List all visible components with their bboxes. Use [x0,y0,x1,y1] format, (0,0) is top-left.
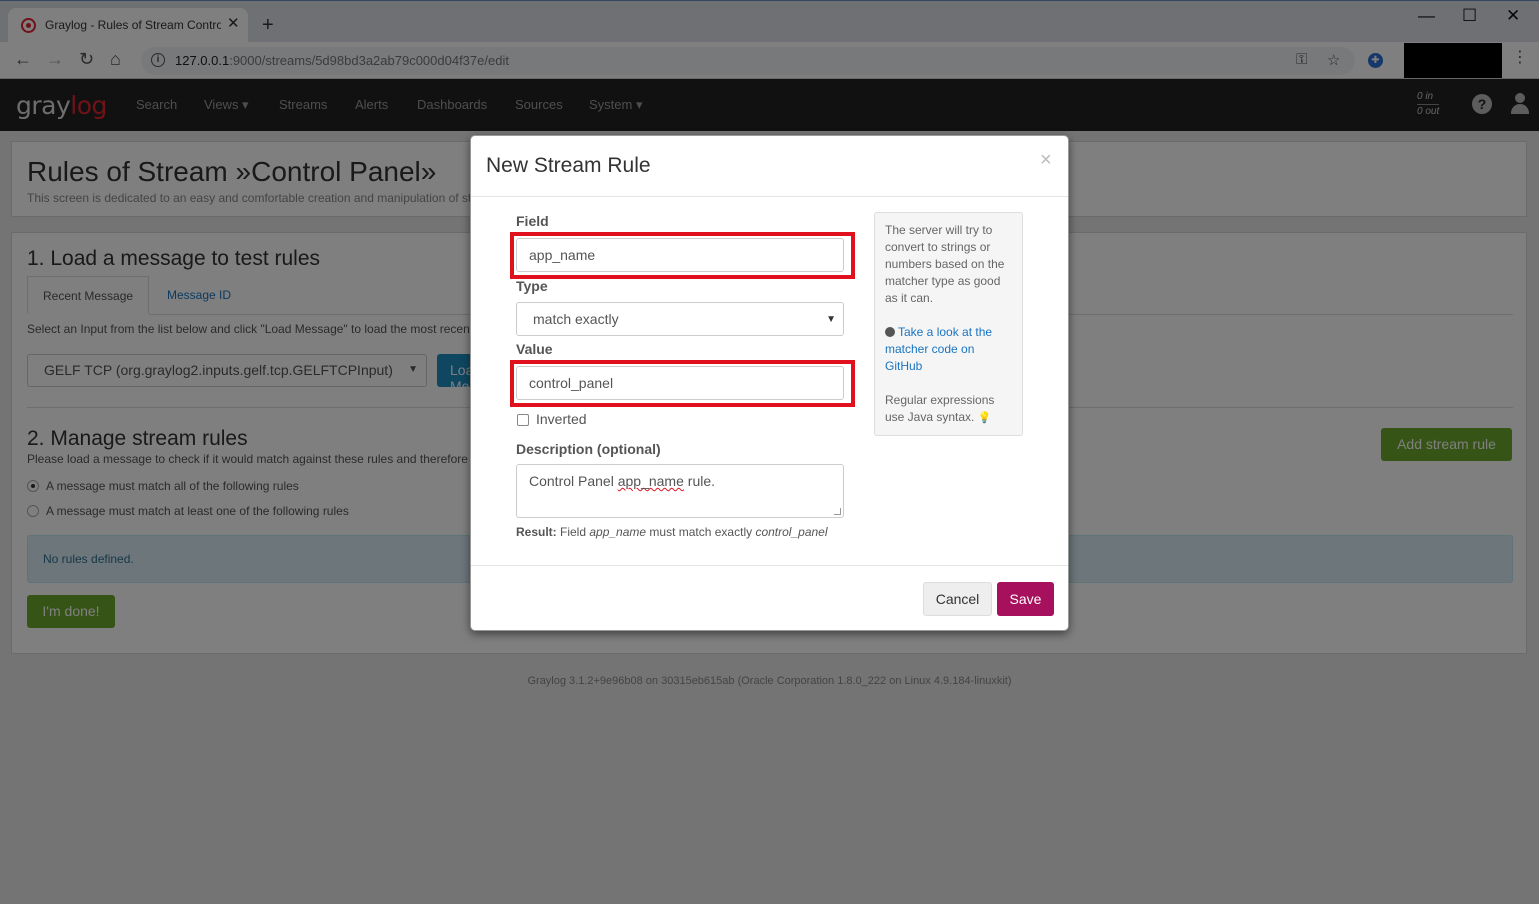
modal-title: New Stream Rule [486,154,651,177]
hint-panel: The server will try to convert to string… [874,212,1023,436]
type-label: Type [516,278,548,294]
description-textarea[interactable]: Control Panel app_name rule. [516,464,844,518]
github-icon [885,327,895,337]
result-preview: Result: Field app_name must match exactl… [516,525,828,539]
cancel-button[interactable]: Cancel [923,582,992,616]
modal-header: New Stream Rule × [471,136,1068,197]
type-select-caret-icon: ▼ [826,314,836,325]
textarea-resize-handle[interactable] [834,508,841,515]
hint-regex-paragraph: Regular expressions use Java syntax. 💡 [885,393,995,424]
matcher-code-link[interactable]: Take a look at the matcher code on GitHu… [885,325,992,373]
inverted-checkbox[interactable] [517,414,529,426]
field-input[interactable]: app_name [516,238,844,272]
inverted-label[interactable]: Inverted [536,411,587,427]
modal-close-icon[interactable]: × [1040,150,1052,170]
hint-conversion-text: The server will try to convert to string… [885,223,1005,305]
save-button[interactable]: Save [997,582,1054,616]
lightbulb-icon[interactable]: 💡 [978,412,992,424]
value-label: Value [516,341,553,357]
type-select[interactable]: match exactly ▼ [516,302,844,336]
hint-github-paragraph: Take a look at the matcher code on GitHu… [885,324,1012,375]
value-input[interactable]: control_panel [516,366,844,400]
modal-footer: Cancel Save [471,565,1068,630]
type-select-value: match exactly [533,311,619,327]
new-stream-rule-modal: New Stream Rule × Field app_name Type ma… [470,135,1069,631]
field-label: Field [516,213,549,229]
description-label: Description (optional) [516,441,661,457]
